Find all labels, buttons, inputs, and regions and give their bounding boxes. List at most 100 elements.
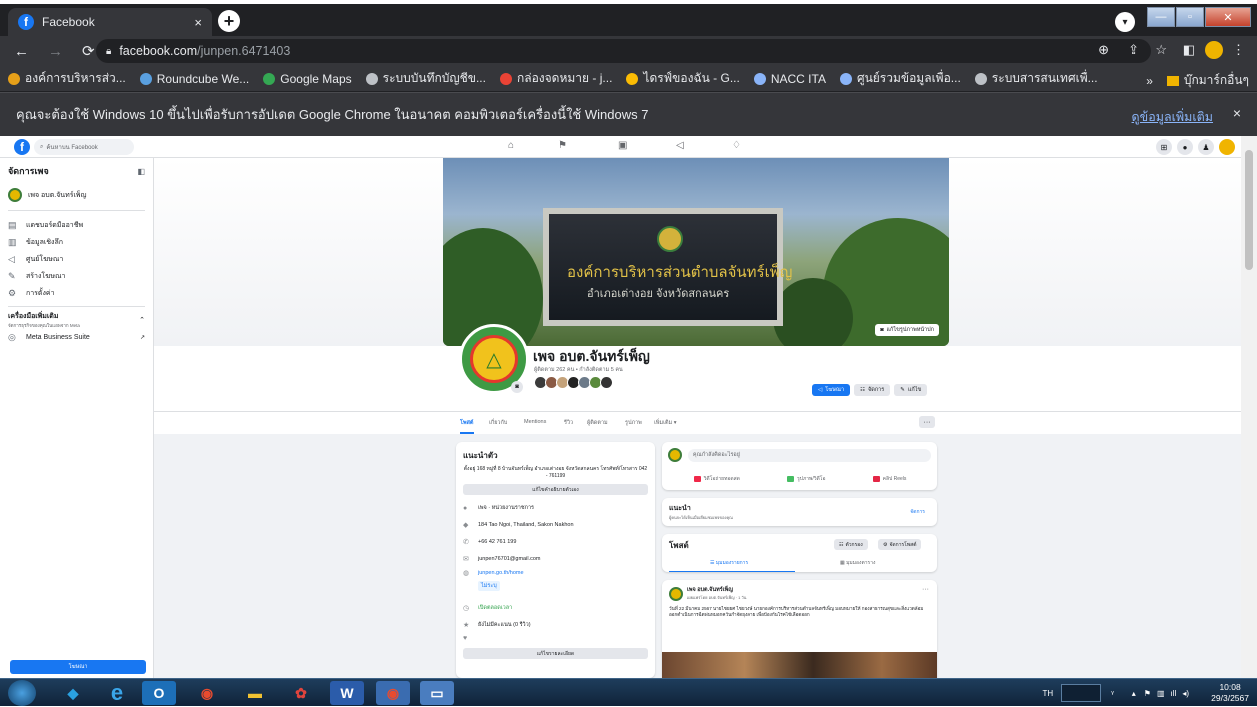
taskbar-clock[interactable]: 10:08 29/3/2567 (1211, 682, 1249, 704)
edit-details-button[interactable]: แก้ไขรายละเอียด (463, 648, 648, 659)
infobar-close-icon[interactable]: × (1233, 105, 1241, 121)
scrollbar-thumb[interactable] (1245, 150, 1253, 270)
tab-followers[interactable]: ผู้ติดตาม (587, 419, 608, 427)
edit-cover-button[interactable]: ◙ แก้ไขรูปภาพหน้าปก (875, 324, 939, 336)
post-photo[interactable] (662, 652, 937, 678)
promote-button[interactable]: โฆษณา (10, 660, 146, 674)
window-close-icon[interactable]: ✕ (1205, 7, 1251, 27)
share-icon[interactable]: ⇪ (1128, 42, 1139, 58)
notifications-icon[interactable]: ♟ (1198, 139, 1214, 155)
live-video-button[interactable]: วิดีโอถ่ายทอดสด (693, 475, 740, 483)
post-author[interactable]: เพจ อบต.จันทร์เพ็ญ (687, 586, 746, 594)
chrome-menu-icon[interactable]: ⋮ (1232, 42, 1245, 58)
tabs-overflow-button[interactable]: ··· (919, 416, 935, 428)
manage-posts-button[interactable]: ⚙ จัดการโพสต์ (878, 539, 922, 550)
megaphone-icon[interactable]: ◁ (676, 140, 684, 151)
browser-tab[interactable]: f Facebook × (8, 8, 212, 36)
internet-explorer-icon[interactable]: e (100, 680, 134, 705)
tab-reviews[interactable]: รีวิว (564, 419, 573, 427)
collapse-sidebar-icon[interactable]: ◧ (137, 167, 145, 176)
language-indicator[interactable]: TH (1043, 689, 1054, 698)
start-button[interactable] (8, 680, 36, 706)
bookmark-item[interactable]: ไดรฟ์ของฉัน - G... (626, 69, 740, 88)
minimize-icon[interactable]: — (1147, 7, 1175, 27)
messenger-icon[interactable]: ● (1177, 139, 1193, 155)
tab-posts[interactable]: โพสต์ (460, 419, 474, 427)
chrome-active-taskbar-icon[interactable]: ◉ (376, 681, 410, 705)
flag-icon[interactable]: ⚑ (558, 140, 567, 151)
menu-grid-icon[interactable]: ⊞ (1156, 139, 1172, 155)
media-center-icon[interactable]: ◆ (56, 681, 90, 705)
video-icon[interactable]: ▣ (618, 140, 627, 151)
bookmark-item[interactable]: ศูนย์รวมข้อมูลเพื่อ... (839, 69, 961, 88)
intro-whatsapp[interactable]: ไม่ระบุ (463, 581, 648, 591)
facebook-logo-icon[interactable]: f (14, 139, 30, 155)
infobar-learn-more-link[interactable]: ดูข้อมูลเพิ่มเติม (1132, 107, 1213, 127)
sidebar-item-dashboard[interactable]: ▤ แดชบอร์ดมืออาชีพ (8, 217, 145, 234)
tab-close-icon[interactable]: × (194, 15, 202, 30)
new-tab-button[interactable]: + (218, 10, 240, 32)
intro-website[interactable]: ◍ junpen.go.th/home (463, 569, 648, 577)
page-avatar[interactable] (1219, 139, 1235, 155)
explorer-folder-icon[interactable]: ▬ (238, 681, 272, 705)
maximize-icon[interactable]: ▫ (1176, 7, 1204, 27)
profile-avatar[interactable] (1205, 41, 1223, 59)
edit-button[interactable]: ✎ แก้ไข (894, 384, 928, 396)
bookmark-item[interactable]: Roundcube We... (139, 72, 249, 86)
tab-photos[interactable]: รูปภาพ (625, 419, 642, 427)
forward-icon[interactable]: → (48, 43, 68, 60)
sidebar-item-create-ad[interactable]: ✎ สร้างโฆษณา (8, 268, 145, 285)
bookmark-item[interactable]: องค์การบริหารส่ว... (8, 69, 126, 88)
photo-video-button[interactable]: รูปภาพ/วิดีโอ (787, 475, 826, 483)
network-icon[interactable]: ▥ (1157, 689, 1165, 698)
recommend-manage-link[interactable]: จัดการ (910, 508, 925, 516)
update-icon[interactable]: ᵞ (1111, 689, 1114, 698)
home-icon[interactable]: ⌂ (508, 140, 514, 151)
bookmark-item[interactable]: NACC ITA (753, 72, 826, 86)
bookmarks-overflow-button[interactable]: » (1146, 74, 1153, 88)
bookmark-star-icon[interactable]: ☆ (1155, 42, 1167, 58)
signal-icon[interactable]: ıll (1171, 689, 1177, 698)
chrome-taskbar-icon[interactable]: ◉ (190, 681, 224, 705)
photo-app-icon[interactable]: ✿ (284, 681, 318, 705)
notification-bell-icon[interactable]: ♢ (732, 140, 741, 151)
follower-avatars[interactable] (534, 376, 613, 389)
tray-expand-icon[interactable]: ▴ (1132, 689, 1136, 698)
sidebar-item-ad-center[interactable]: ◁ ศูนย์โฆษณา (8, 251, 145, 268)
camera-icon[interactable]: ◙ (511, 381, 523, 393)
filter-button[interactable]: ☷ ตัวกรอง (834, 539, 868, 550)
promote-header-button[interactable]: ◁ โฆษณา (812, 384, 851, 396)
facebook-search-input[interactable]: ⌕ ค้นหาบน Facebook (34, 139, 134, 155)
sidebar-item-meta-business-suite[interactable]: ◎ Meta Business Suite ↗ (8, 329, 145, 346)
tab-mentions[interactable]: Mentions (524, 419, 546, 425)
screenshot-tool-icon[interactable]: ▭ (420, 681, 454, 705)
chrome-profile-menu-icon[interactable]: ▾ (1115, 12, 1135, 32)
bookmark-item[interactable]: ระบบสารสนเทศเพื่... (974, 69, 1098, 88)
sidebar-item-settings[interactable]: ⚙ การตั้งค่า (8, 285, 145, 302)
zoom-icon[interactable]: ⊕ (1098, 42, 1109, 58)
edit-bio-button[interactable]: แก้ไขคำอธิบายตัวเอง (463, 484, 648, 495)
page-scrollbar[interactable] (1241, 136, 1257, 678)
tab-more[interactable]: เพิ่มเติม ▾ (654, 419, 677, 427)
url-field[interactable]: 🔒︎ facebook.com/junpen.6471403 (96, 39, 1151, 63)
sidebar-page-item[interactable]: เพจ อบต.จันทร์เพ็ญ (8, 184, 145, 206)
tools-section-header[interactable]: เครื่องมือเพิ่มเติม จัดการธุรกิจของคุณใน… (8, 311, 145, 329)
post-options-icon[interactable]: ··· (922, 586, 929, 593)
list-view-tab[interactable]: ☰ มุมมองรายการ (710, 559, 748, 567)
outlook-icon[interactable]: O (142, 681, 176, 705)
tab-about[interactable]: เกี่ยวกับ (489, 419, 507, 427)
word-icon[interactable]: W (330, 681, 364, 705)
manage-button[interactable]: ☷ จัดการ (854, 384, 891, 396)
reel-button[interactable]: คลิป Reels (872, 475, 906, 483)
bookmark-item[interactable]: Google Maps (263, 72, 352, 86)
bookmark-item[interactable]: ระบบบันทึกบัญชีข... (365, 69, 486, 88)
bookmark-item[interactable]: กล่องจดหมาย - j... (499, 69, 612, 88)
grid-view-tab[interactable]: ▦ มุมมองตาราง (840, 559, 875, 567)
volume-icon[interactable]: ◂) (1182, 689, 1189, 698)
composer-input[interactable]: คุณกำลังคิดอะไรอยู่ (687, 448, 931, 462)
flag-icon[interactable]: ⚑ (1144, 689, 1151, 698)
sidebar-item-insights[interactable]: ▥ ข้อมูลเชิงลึก (8, 234, 145, 251)
back-icon[interactable]: ← (14, 43, 34, 60)
other-bookmarks[interactable]: บุ๊กมาร์กอื่นๆ (1184, 71, 1249, 90)
page-stats[interactable]: ผู้ติดตาม 262 คน • กำลังติดตาม 5 คน (534, 366, 623, 374)
